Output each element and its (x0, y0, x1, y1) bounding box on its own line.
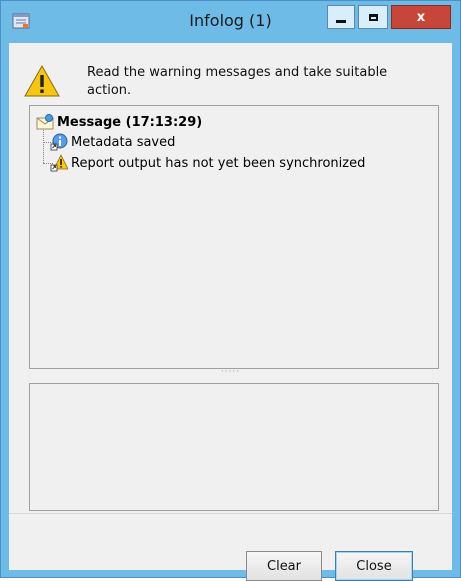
minimize-icon (336, 19, 346, 23)
splitter-handle[interactable]: ····· (9, 367, 452, 377)
maximize-icon (368, 13, 378, 21)
infolog-window: Infolog (1) x Read the warning messages … (0, 0, 461, 581)
title-bar[interactable]: Infolog (1) x (1, 1, 460, 43)
close-icon: x (416, 9, 426, 25)
minimize-button[interactable] (327, 5, 355, 29)
button-bar-divider (9, 513, 452, 514)
tree-node-label: Report output has not yet been synchroni… (71, 155, 366, 171)
instruction-text: Read the warning messages and take suita… (87, 65, 388, 98)
warning-icon (24, 65, 60, 97)
tree-node-message[interactable]: Message (17:13:29) (36, 112, 202, 132)
info-icon (50, 133, 68, 151)
close-window-button[interactable]: x (391, 5, 451, 29)
message-detail-panel[interactable] (29, 383, 439, 511)
close-button[interactable]: Close (335, 551, 413, 581)
clear-button[interactable]: Clear (246, 551, 322, 581)
message-tree[interactable]: Message (17:13:29) Metadata saved Report… (29, 105, 439, 369)
maximize-button[interactable] (358, 5, 388, 29)
tree-node-warning[interactable]: Report output has not yet been synchroni… (50, 153, 365, 173)
tree-node-label: Message (17:13:29) (57, 114, 203, 130)
tree-connector (43, 130, 44, 163)
warning-icon (50, 154, 68, 172)
dialog-client-area: Read the warning messages and take suita… (9, 43, 452, 581)
tree-node-label: Metadata saved (71, 134, 176, 150)
tree-node-info[interactable]: Metadata saved (50, 132, 175, 152)
message-envelope-icon (36, 114, 54, 130)
